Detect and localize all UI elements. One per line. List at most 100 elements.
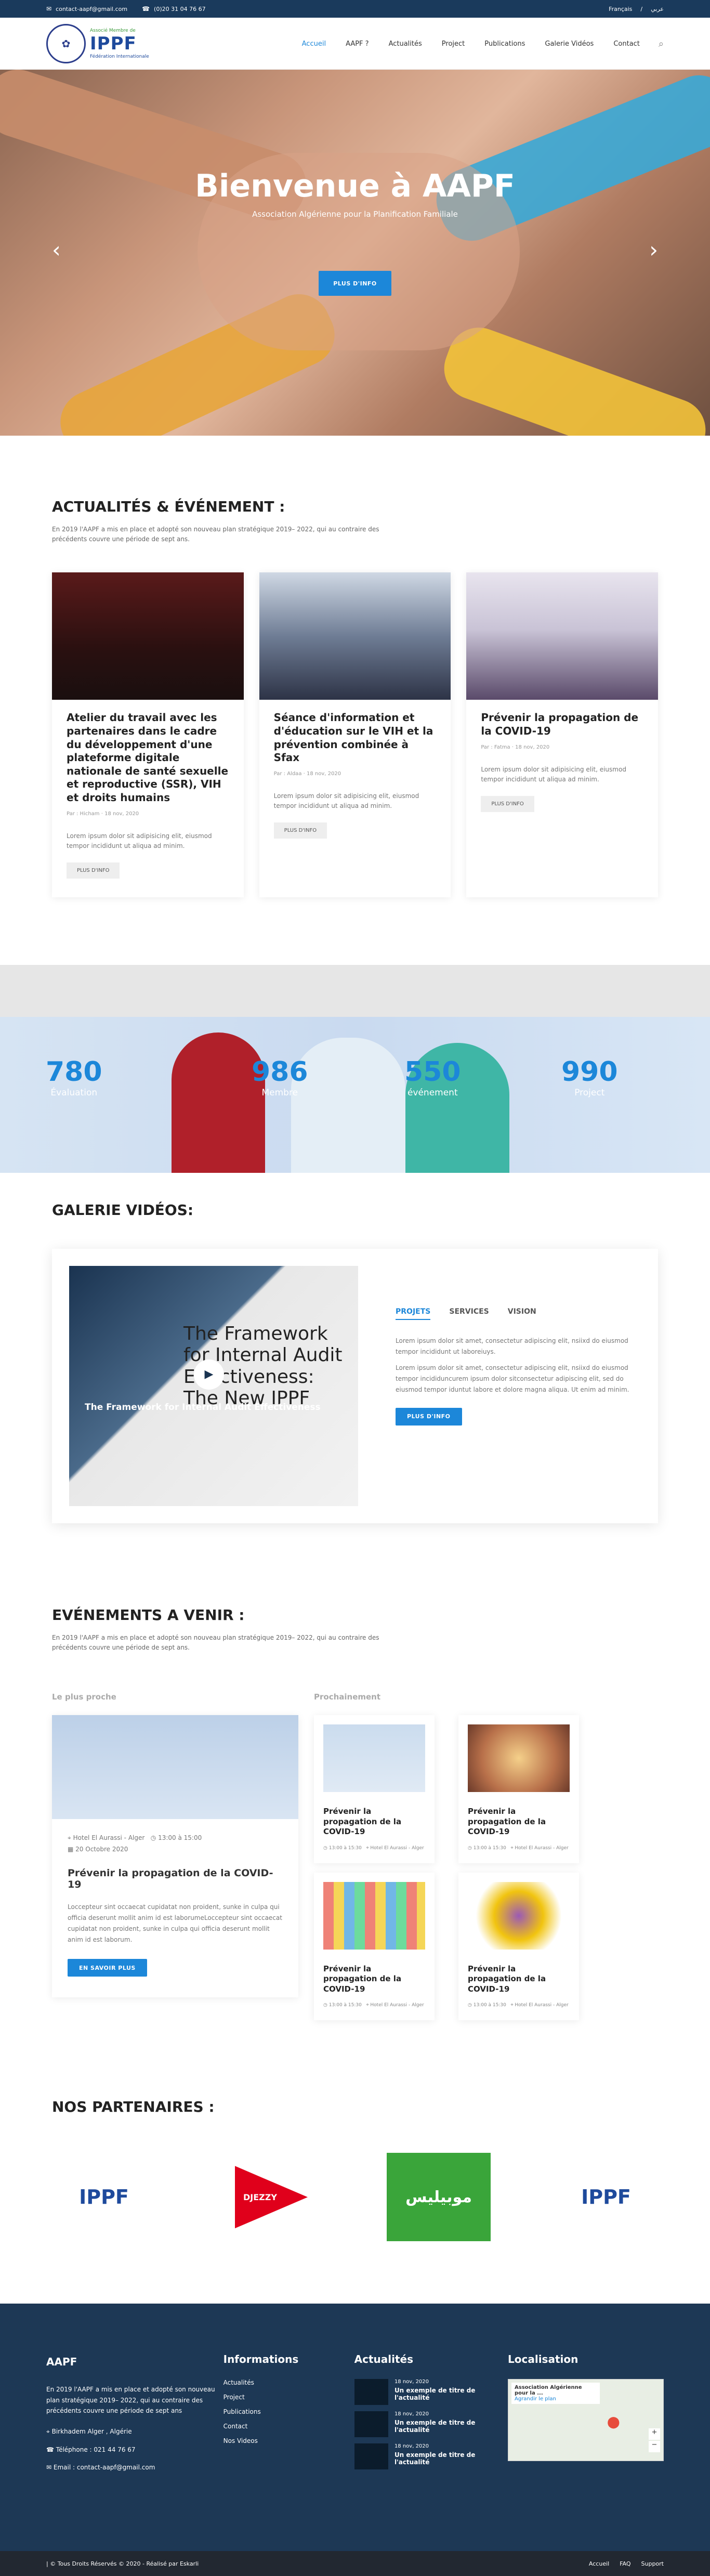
news-desc: En 2019 l'AAPF a mis en place et adopté …: [52, 526, 379, 543]
zoom-in-icon[interactable]: +: [649, 2428, 660, 2440]
news-card-image: [466, 572, 659, 700]
video-more-button[interactable]: PLUS D'INFO: [396, 1407, 462, 1426]
search-icon[interactable]: ⌕: [659, 38, 664, 49]
bottom-link[interactable]: Accueil: [589, 2560, 609, 2567]
event-card[interactable]: Prévenir la propagation de la COVID-19 ◷…: [314, 1715, 435, 1863]
phone-icon: ☎: [142, 5, 150, 12]
event-title[interactable]: Prévenir la propagation de la COVID-19: [68, 1867, 283, 1890]
tab-projets[interactable]: PROJETS: [396, 1307, 431, 1320]
aapf-seal-logo: ✿: [46, 24, 86, 63]
map-enlarge-link[interactable]: Agrandir le plan: [515, 2396, 597, 2402]
nav-project[interactable]: Project: [442, 40, 465, 48]
site-footer: AAPF En 2019 l'AAPF a mis en place et ad…: [0, 2304, 710, 2552]
footer-link[interactable]: Actualités: [223, 2379, 354, 2386]
location-icon: ⌖: [46, 2428, 50, 2436]
play-icon[interactable]: ▶: [194, 1359, 224, 1390]
event-card-image: [323, 1881, 425, 1950]
footer-link[interactable]: Project: [223, 2394, 354, 2401]
nav-publications[interactable]: Publications: [484, 40, 525, 48]
event-card-location: Hotel El Aurassi - Alger: [515, 1845, 569, 1851]
footer-link[interactable]: Nos Videos: [223, 2437, 354, 2444]
lang-ar-link[interactable]: عربي: [651, 6, 664, 12]
event-card[interactable]: Prévenir la propagation de la COVID-19 ◷…: [458, 1873, 579, 2021]
news-card[interactable]: Atelier du travail avec les partenaires …: [52, 572, 244, 897]
news-card-button[interactable]: PLUS D'INFO: [67, 862, 120, 879]
partner-logo-ippf[interactable]: IPPF: [52, 2153, 156, 2241]
footer-news-thumb: [354, 2411, 388, 2438]
event-card-title[interactable]: Prévenir la propagation de la COVID-19: [468, 1807, 570, 1837]
site-header: ✿ Associé Membre de IPPF Fédération Inte…: [0, 18, 710, 70]
video-thumbnail[interactable]: The Framework for Internal Audit Effecti…: [69, 1265, 358, 1506]
event-card-title[interactable]: Prévenir la propagation de la COVID-19: [323, 1807, 425, 1837]
footer-link[interactable]: Publications: [223, 2408, 354, 2415]
event-card-title[interactable]: Prévenir la propagation de la COVID-19: [468, 1964, 570, 1995]
partner-logo-djezzy[interactable]: DJEZZY: [219, 2153, 323, 2241]
location-icon: ⌖: [68, 1834, 71, 1842]
event-card-time: 13:00 à 15:30: [328, 2003, 362, 2008]
event-card-time: 13:00 à 15:30: [473, 1845, 506, 1851]
footer-phone[interactable]: Téléphone : 021 44 76 67: [56, 2446, 136, 2453]
news-title: ACTUALITÉS & ÉVÉNEMENT :: [52, 498, 285, 515]
news-card-button[interactable]: PLUS D'INFO: [273, 822, 327, 839]
footer-news-date: 18 nov, 2020: [394, 2443, 429, 2450]
footer-news-thumb: [354, 2379, 388, 2405]
footer-news-item[interactable]: 18 nov, 2020 Un exemple de titre de l'act…: [354, 2443, 508, 2470]
zoom-out-icon[interactable]: −: [649, 2441, 660, 2453]
news-card-title[interactable]: Prévenir la propagation de la COVID-19: [481, 711, 643, 738]
stat-item: 780 Évaluation: [46, 1058, 102, 1098]
news-card[interactable]: Prévenir la propagation de la COVID-19 P…: [466, 572, 659, 897]
stat-number: 780: [46, 1056, 102, 1088]
location-map[interactable]: Association Algérienne pour la ... Agran…: [508, 2379, 664, 2462]
nav-actualites[interactable]: Actualités: [389, 40, 422, 48]
news-card-text: Lorem ipsum dolor sit adipisicing elit, …: [67, 832, 212, 849]
nav-aapf[interactable]: AAPF ?: [346, 40, 369, 48]
nav-accueil[interactable]: Accueil: [302, 40, 326, 48]
footer-link[interactable]: Contact: [223, 2423, 354, 2430]
news-card-title[interactable]: Atelier du travail avec les partenaires …: [67, 711, 229, 804]
tab-vision[interactable]: VISION: [508, 1307, 536, 1320]
map-pin-icon: ⬤: [607, 2416, 620, 2429]
hero-prev-arrow-icon[interactable]: ‹: [52, 237, 61, 263]
news-card[interactable]: Séance d'information et d'éducation sur …: [259, 572, 451, 897]
site-logo[interactable]: ✿ Associé Membre de IPPF Fédération Inte…: [46, 24, 149, 63]
news-card-meta: Par : Fatma · 18 nov, 2020: [481, 744, 550, 750]
tab-services[interactable]: SERVICES: [449, 1307, 489, 1320]
upcoming-desc: En 2019 l'AAPF a mis en place et adopté …: [52, 1633, 379, 1652]
footer-news-title-link[interactable]: Un exemple de titre de l'actualité: [395, 2387, 508, 2401]
nav-galerie-videos[interactable]: Galerie Vidéos: [545, 40, 594, 48]
footer-news-title-link[interactable]: Un exemple de titre de l'actualité: [395, 2419, 508, 2434]
hero-arm: [435, 319, 710, 436]
event-more-button[interactable]: EN SAVOIR PLUS: [68, 1959, 147, 1977]
footer-news-item[interactable]: 18 nov, 2020 Un exemple de titre de l'act…: [354, 2411, 508, 2438]
partner-logo-ippf[interactable]: IPPF: [554, 2153, 658, 2241]
stat-number: 986: [252, 1056, 308, 1088]
partners-section: NOS PARTENAIRES : IPPF DJEZZY موبيليس IP…: [0, 2020, 710, 2304]
clock-icon: ◷: [323, 1845, 327, 1851]
upcoming-title: EVÉNEMENTS A VENIR :: [52, 1606, 245, 1624]
news-card-title[interactable]: Séance d'information et d'éducation sur …: [274, 711, 437, 764]
event-card[interactable]: Prévenir la propagation de la COVID-19 ◷…: [458, 1715, 579, 1863]
footer-news-item[interactable]: 18 nov, 2020 Un exemple de titre de l'act…: [354, 2379, 508, 2405]
featured-event-card[interactable]: ⌖ Hotel El Aurassi - Alger ◷ 13:00 à 15:…: [52, 1715, 298, 1997]
logo-small-text: Associé Membre de: [90, 28, 136, 33]
bottom-bar: | © Tous Droits Réservés © 2020 - Réalis…: [0, 2551, 710, 2576]
news-card-button[interactable]: PLUS D'INFO: [481, 795, 534, 812]
event-card-title[interactable]: Prévenir la propagation de la COVID-19: [323, 1964, 425, 1995]
event-card[interactable]: Prévenir la propagation de la COVID-19 ◷…: [314, 1873, 435, 2021]
topbar-email[interactable]: ✉ contact-aapf@gmail.com: [46, 5, 127, 12]
nav-contact[interactable]: Contact: [613, 40, 640, 48]
bottom-link[interactable]: Support: [641, 2560, 664, 2567]
stat-label: Project: [574, 1087, 605, 1098]
footer-news-title-link[interactable]: Un exemple de titre de l'actualité: [395, 2451, 508, 2466]
topbar-phone[interactable]: ☎ (0)20 31 04 76 67: [142, 5, 206, 12]
footer-news-title: Actualités: [354, 2353, 414, 2366]
location-icon: ⌖: [366, 2003, 369, 2008]
event-card-image: [468, 1881, 570, 1950]
hero-more-button[interactable]: PLUS D'INFO: [319, 271, 391, 296]
bottom-link[interactable]: FAQ: [620, 2560, 630, 2567]
clock-icon: ◷: [468, 1845, 472, 1851]
lang-fr-link[interactable]: Français: [609, 6, 632, 12]
hero-next-arrow-icon[interactable]: ›: [649, 237, 658, 263]
partner-logo-mobilis[interactable]: موبيليس: [387, 2153, 491, 2242]
footer-email[interactable]: Email : contact-aapf@gmail.com: [54, 2464, 155, 2471]
